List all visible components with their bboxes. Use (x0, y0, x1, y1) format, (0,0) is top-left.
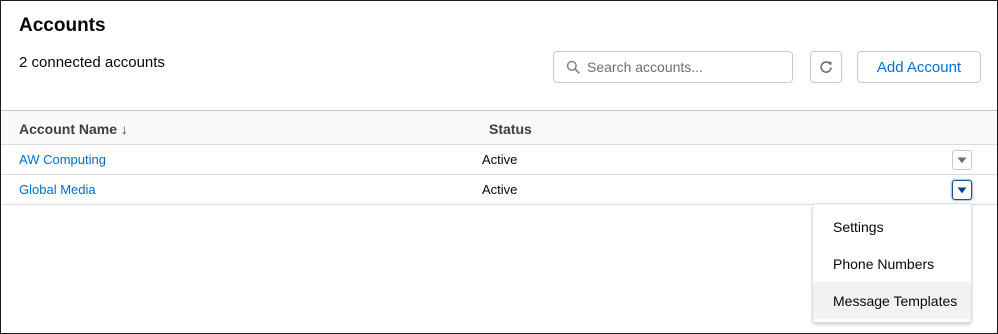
account-count: 2 connected accounts (19, 54, 165, 71)
row-actions-button[interactable] (952, 180, 972, 200)
refresh-icon (819, 60, 833, 74)
chevron-down-icon (957, 157, 967, 164)
chevron-down-icon (957, 187, 967, 194)
table-row: AW Computing Active (1, 145, 997, 175)
search-icon (566, 60, 580, 74)
page-title: Accounts (19, 15, 106, 36)
search-box[interactable] (553, 51, 793, 83)
table-header: Account Name ↓ Status (1, 110, 997, 145)
menu-item-message-templates[interactable]: Message Templates (813, 282, 971, 319)
add-account-button[interactable]: Add Account (857, 51, 981, 83)
search-input[interactable] (587, 59, 787, 75)
column-header-status[interactable]: Status (489, 121, 532, 137)
row-actions-button[interactable] (952, 150, 972, 170)
account-status: Active (482, 182, 518, 197)
menu-item-settings[interactable]: Settings (813, 208, 971, 245)
account-name-link[interactable]: AW Computing (19, 152, 106, 167)
column-header-account-name[interactable]: Account Name ↓ (19, 121, 128, 137)
account-status: Active (482, 152, 518, 167)
row-actions-menu: Settings Phone Numbers Message Templates (812, 203, 972, 323)
accounts-card: Accounts 2 connected accounts Add Accoun… (0, 0, 998, 334)
table-row: Global Media Active (1, 175, 997, 205)
menu-item-phone-numbers[interactable]: Phone Numbers (813, 245, 971, 282)
refresh-button[interactable] (810, 51, 842, 83)
account-name-link[interactable]: Global Media (19, 182, 96, 197)
